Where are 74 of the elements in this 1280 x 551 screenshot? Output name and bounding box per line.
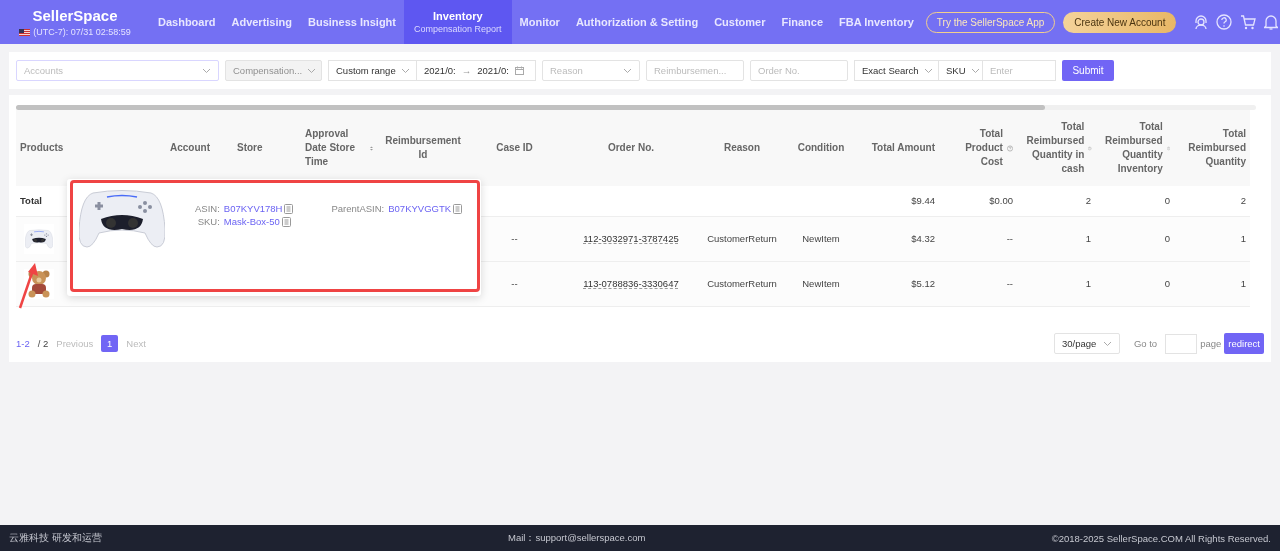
order-link[interactable]: 112-3032971-3787425: [583, 233, 679, 244]
copyright-text: ©2018-2025 SellerSpace.COM All Rights Reserved.: [1051, 532, 1271, 544]
parent-asin-label: ParentASIN:: [331, 203, 385, 214]
submit-button[interactable]: Submit: [1062, 60, 1114, 81]
column-header: Order No.: [607, 141, 655, 155]
table-cell: NewItem: [802, 233, 840, 244]
column-header: Account: [170, 141, 210, 155]
reimbursement-field[interactable]: Reimbursemen...: [646, 60, 744, 81]
column-header: Total Reimbursed Quantity Inventory: [1103, 120, 1163, 176]
asin-link[interactable]: B07KYV178H: [223, 203, 283, 214]
nav-tab[interactable]: Customer: [706, 0, 774, 44]
order-link[interactable]: 113-0788836-3330647: [583, 278, 679, 289]
total-label: Total: [20, 195, 42, 206]
column-header: Condition: [797, 141, 845, 155]
table-cell: $9.44: [911, 195, 935, 206]
goto-label: Go to: [1133, 338, 1158, 349]
table-cell: 0: [1164, 233, 1170, 244]
column-header: Store: [237, 141, 263, 155]
nav-tab[interactable]: Authorization & Setting: [567, 0, 707, 44]
column-header: Total Product Cost: [964, 127, 1003, 169]
search-field-select[interactable]: SKU: [938, 60, 983, 81]
column-header: Reimbursement Id: [384, 134, 462, 162]
column-header: Total Reimbursed Quantity: [1187, 127, 1246, 169]
table-cell: --: [511, 233, 518, 244]
table-cell: $4.32: [911, 233, 935, 244]
column-header: Approval Date Store Time: [305, 127, 356, 169]
create-account-button[interactable]: Create New Account: [1063, 11, 1177, 33]
nav-tab[interactable]: Inventory Compensation Report: [404, 0, 512, 44]
brand-logo: SellerSpace: [32, 7, 118, 24]
clock-text: (UTC-7): 07/31 02:58:59: [33, 27, 131, 37]
column-header: Case ID: [496, 141, 533, 155]
table-cell: 0: [1164, 278, 1170, 289]
nav-tab[interactable]: Monitor: [511, 0, 568, 44]
page-total: / 2: [37, 338, 49, 349]
table-cell: CustomerReturn: [706, 277, 778, 291]
table-cell: 1: [1085, 278, 1091, 289]
nav-tab[interactable]: Finance: [773, 0, 832, 44]
sku-label: SKU:: [196, 216, 220, 227]
nav-tab[interactable]: Advertising: [223, 0, 300, 44]
page-range: 1-2: [16, 338, 30, 349]
page-button[interactable]: 1: [101, 335, 119, 352]
company-text: 云雅科技 研发和运营: [9, 531, 102, 545]
column-header: Total Reimbursed Quantity in cash: [1025, 120, 1085, 176]
order-number-field[interactable]: Order No.: [750, 60, 848, 81]
table-cell: 0: [1164, 195, 1170, 206]
mail-text: Mail：support@sellerspace.com: [508, 531, 646, 545]
range-select[interactable]: Custom range: [328, 60, 417, 81]
column-header: Products: [20, 141, 64, 155]
search-field[interactable]: Enter: [982, 60, 1056, 81]
table-cell: --: [1006, 233, 1013, 244]
sku-link[interactable]: Mask-Box-50: [223, 216, 280, 227]
table-cell: 2: [1240, 195, 1246, 206]
table-cell: 1: [1085, 233, 1091, 244]
nav-tab[interactable]: Business Insight: [300, 0, 404, 44]
table-cell: $5.12: [911, 278, 935, 289]
table-cell: 2: [1085, 195, 1091, 206]
asin-label: ASIN:: [195, 203, 220, 214]
redirect-button[interactable]: redirect: [1224, 333, 1264, 354]
table-cell: 1: [1240, 233, 1246, 244]
page-size-select[interactable]: 30/page: [1053, 333, 1120, 354]
table-cell: CustomerReturn: [706, 232, 778, 246]
column-header: Total Amount: [871, 141, 935, 155]
table-cell: $0.00: [989, 195, 1013, 206]
nav-tab[interactable]: FBA Inventory: [831, 0, 922, 44]
nav-tab[interactable]: Dashboard: [150, 0, 224, 44]
search-mode-select[interactable]: Exact Search: [854, 60, 939, 81]
date-range-field[interactable]: 2021/0: → 2021/0:: [416, 60, 536, 81]
page-label: page: [1200, 338, 1222, 349]
parent-asin-link[interactable]: B07KYVGGTK: [388, 203, 452, 214]
table-cell: 1: [1240, 278, 1246, 289]
column-header: Reason: [723, 141, 761, 155]
table-cell: NewItem: [802, 278, 840, 289]
table-cell: --: [511, 278, 518, 289]
table-cell: --: [1006, 278, 1013, 289]
